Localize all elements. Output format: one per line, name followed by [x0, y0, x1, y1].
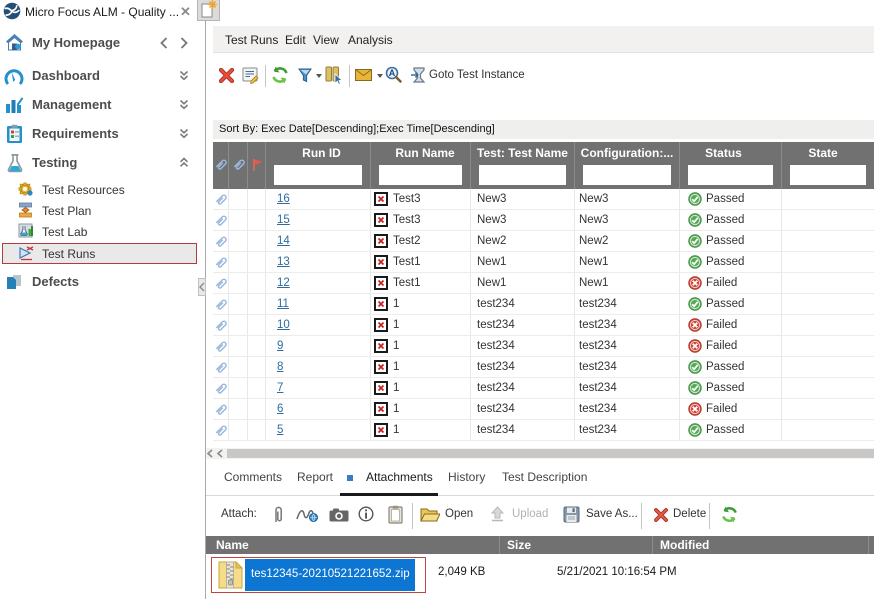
svg-text:A: A [389, 68, 396, 78]
